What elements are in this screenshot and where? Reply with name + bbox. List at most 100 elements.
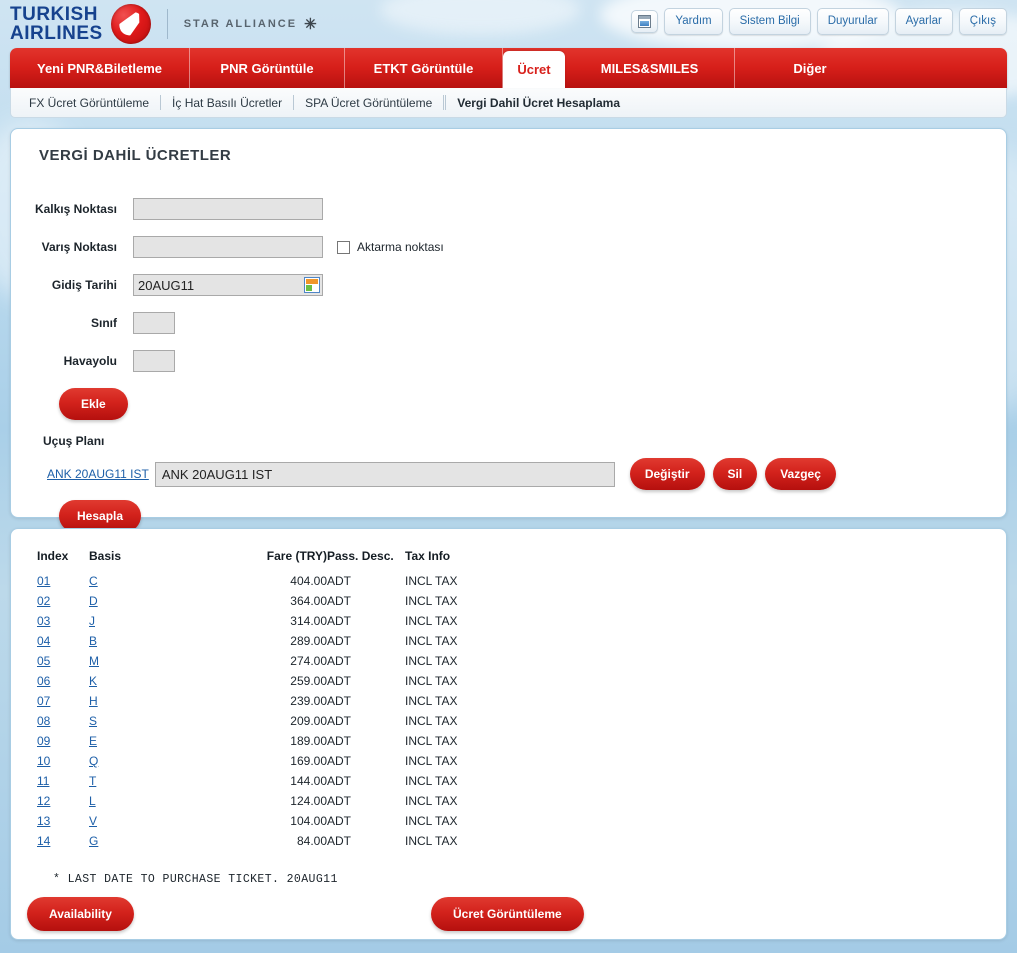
index-link[interactable]: 03 <box>37 614 50 628</box>
cell-tax-info: INCL TAX <box>405 594 458 608</box>
transfer-point-label: Aktarma noktası <box>357 240 444 254</box>
departure-date-label: Gidiş Tarihi <box>51 278 117 292</box>
index-link[interactable]: 12 <box>37 794 50 808</box>
origin-label: Kalkış Noktası <box>34 202 117 216</box>
basis-link[interactable]: L <box>89 794 96 808</box>
cell-tax-info: INCL TAX <box>405 574 458 588</box>
table-row: 12 L 124.00 ADT INCL TAX <box>37 791 515 811</box>
cell-basis: M <box>89 651 199 671</box>
index-link[interactable]: 11 <box>37 774 49 788</box>
tab-pnr-goruntule[interactable]: PNR Görüntüle <box>190 48 345 88</box>
help-button[interactable]: Yardım <box>664 8 723 35</box>
flight-plan-label: Uçuş Planı <box>43 434 105 448</box>
cell-fare: 209.00 <box>290 714 327 728</box>
cell-fare: 289.00 <box>290 634 327 648</box>
cell-basis: J <box>89 611 199 631</box>
cell-tax-info: INCL TAX <box>405 834 458 848</box>
flight-plan-buttons: Değiştir Sil Vazgeç <box>629 458 836 490</box>
change-button[interactable]: Değiştir <box>629 458 705 490</box>
basis-link[interactable]: B <box>89 634 97 648</box>
basis-link[interactable]: T <box>89 774 96 788</box>
announcements-button[interactable]: Duyurular <box>816 8 889 35</box>
basis-link[interactable]: G <box>89 834 98 848</box>
table-row: 11 T 144.00 ADT INCL TAX <box>37 771 515 791</box>
basis-link[interactable]: J <box>89 614 95 628</box>
index-link[interactable]: 05 <box>37 654 50 668</box>
window-icon-button[interactable] <box>631 10 659 33</box>
cell-basis: D <box>89 591 199 611</box>
form-row-departure-date: Gidiş Tarihi <box>27 266 990 304</box>
index-link[interactable]: 07 <box>37 694 50 708</box>
add-button[interactable]: Ekle <box>59 388 128 420</box>
logout-button[interactable]: Çıkış <box>958 8 1007 35</box>
table-row: 13 V 104.00 ADT INCL TAX <box>37 811 515 831</box>
index-link[interactable]: 06 <box>37 674 50 688</box>
index-link[interactable]: 09 <box>37 734 50 748</box>
departure-date-wrapper <box>133 274 323 296</box>
cell-pass-desc: ADT <box>327 594 351 608</box>
subnav-item-vergi-dahil-ucret-hesaplama[interactable]: Vergi Dahil Ücret Hesaplama <box>446 96 631 110</box>
brand-logo-group: TURKISH AIRLINES STAR ALLIANCE ✳ <box>10 2 317 46</box>
table-row: 04 B 289.00 ADT INCL TAX <box>37 631 515 651</box>
airline-input[interactable] <box>133 350 175 372</box>
fare-display-button[interactable]: Ücret Görüntüleme <box>431 897 584 931</box>
cell-tax-info: INCL TAX <box>405 814 458 828</box>
cell-basis: T <box>89 771 199 791</box>
cell-tax-info: INCL TAX <box>405 754 458 768</box>
cell-pass-desc: ADT <box>327 634 351 648</box>
table-row: 14 G 84.00 ADT INCL TAX <box>37 831 515 851</box>
cell-pass-desc: ADT <box>327 654 351 668</box>
cell-basis: Q <box>89 751 199 771</box>
origin-input[interactable] <box>133 198 323 220</box>
cancel-button[interactable]: Vazgeç <box>765 458 836 490</box>
flight-plan-link[interactable]: ANK 20AUG11 IST <box>47 467 149 481</box>
basis-link[interactable]: S <box>89 714 97 728</box>
basis-link[interactable]: E <box>89 734 97 748</box>
subnav-item-ic-hat-basili-ucretler[interactable]: İç Hat Basılı Ücretler <box>161 96 293 110</box>
subnav-item-spa-ucret-goruntuleme[interactable]: SPA Ücret Görüntüleme <box>294 96 443 110</box>
last-purchase-date-note: * LAST DATE TO PURCHASE TICKET. 20AUG11 <box>53 873 338 886</box>
fare-results-panel: Index Basis Fare (TRY) Pass. Desc. Tax I… <box>10 528 1007 940</box>
tab-diger[interactable]: Diğer <box>735 48 885 88</box>
availability-button[interactable]: Availability <box>27 897 134 931</box>
calendar-icon[interactable] <box>304 277 320 293</box>
tab-ucret[interactable]: Ücret <box>503 51 565 88</box>
fare-results-body: 01 C 404.00 ADT INCL TAX 02 D 364.00 ADT INCL TAX… <box>37 571 515 851</box>
index-link[interactable]: 04 <box>37 634 50 648</box>
index-link[interactable]: 08 <box>37 714 50 728</box>
index-link[interactable]: 10 <box>37 754 50 768</box>
destination-input[interactable] <box>133 236 323 258</box>
tab-etkt-goruntule[interactable]: ETKT Görüntüle <box>345 48 503 88</box>
brand-line-1: TURKISH <box>10 4 98 25</box>
transfer-point-checkbox[interactable] <box>337 240 350 254</box>
index-link[interactable]: 14 <box>37 834 50 848</box>
index-link[interactable]: 13 <box>37 814 50 828</box>
settings-button[interactable]: Ayarlar <box>894 8 953 35</box>
index-link[interactable]: 01 <box>37 574 50 588</box>
brand-line-2: AIRLINES <box>10 23 103 44</box>
tab-miles-and-smiles[interactable]: MILES&SMILES <box>565 48 735 88</box>
basis-link[interactable]: Q <box>89 754 98 768</box>
index-link[interactable]: 02 <box>37 594 50 608</box>
basis-link[interactable]: K <box>89 674 97 688</box>
departure-date-input[interactable] <box>133 274 323 296</box>
transfer-point-checkbox-group: Aktarma noktası <box>337 240 444 254</box>
fare-search-panel: VERGİ DAHİL ÜCRETLER Kalkış Noktası Varı… <box>10 128 1007 532</box>
class-input[interactable] <box>133 312 175 334</box>
basis-link[interactable]: M <box>89 654 99 668</box>
subnav-item-fx-ucret-goruntuleme[interactable]: FX Ücret Görüntüleme <box>29 96 160 110</box>
delete-button[interactable]: Sil <box>712 458 758 490</box>
basis-link[interactable]: V <box>89 814 97 828</box>
flight-plan-input[interactable] <box>154 461 615 487</box>
turkish-airlines-bird-icon <box>110 4 151 44</box>
form-row-class: Sınıf <box>27 304 990 342</box>
cell-fare: 189.00 <box>290 734 327 748</box>
cell-fare: 169.00 <box>290 754 327 768</box>
basis-link[interactable]: D <box>89 594 98 608</box>
tab-yeni-pnr-biletleme[interactable]: Yeni PNR&Biletleme <box>10 48 190 88</box>
basis-link[interactable]: C <box>89 574 98 588</box>
basis-link[interactable]: H <box>89 694 98 708</box>
cell-pass-desc: ADT <box>327 734 351 748</box>
system-info-button[interactable]: Sistem Bilgi <box>728 8 811 35</box>
cell-index: 10 <box>37 751 89 771</box>
